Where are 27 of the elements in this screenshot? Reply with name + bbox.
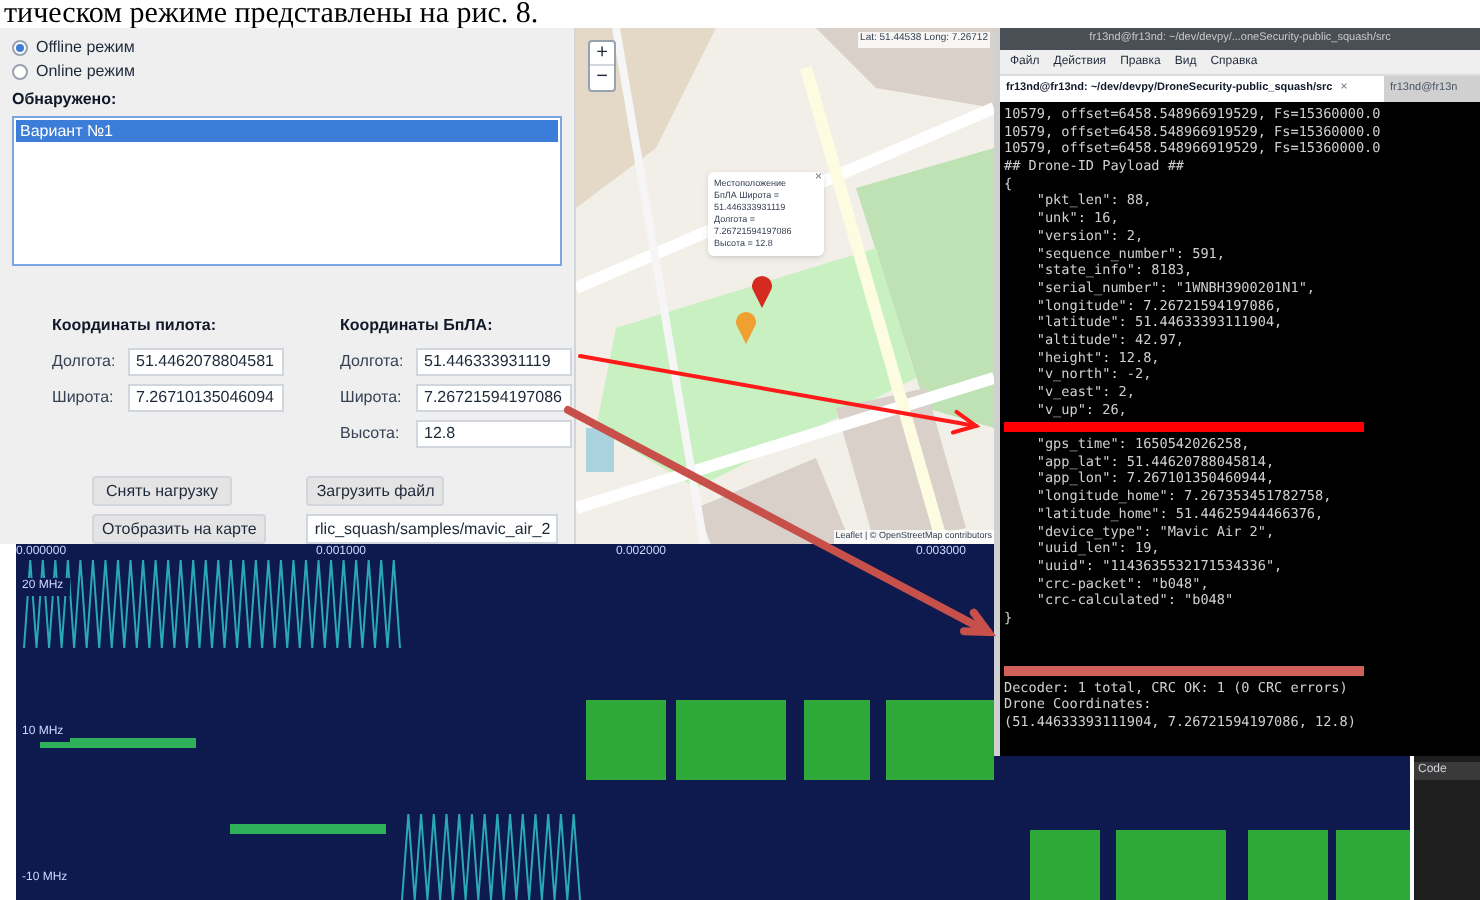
field-label: Широта: [340, 386, 404, 410]
zoom-in-button[interactable]: + [590, 42, 614, 66]
show-on-map-button[interactable]: Отобразить на карте [92, 514, 267, 544]
zoom-out-button[interactable]: − [590, 66, 614, 90]
input-field[interactable]: 7.26710135046094 [128, 384, 284, 412]
map-marker-icon [752, 276, 772, 308]
input-field[interactable]: 51.446333931119 [416, 348, 572, 376]
radio-label: Online режим [36, 60, 135, 84]
map-marker-icon [736, 312, 756, 344]
field-label: Широта: [52, 386, 116, 410]
caption-text: тическом режиме представлены на рис. 8. [4, 0, 539, 28]
input-field[interactable]: 7.26721594197086 [416, 384, 572, 412]
list-item[interactable]: Вариант №1 [16, 120, 558, 142]
load-file-button[interactable]: Загрузить файл [306, 476, 445, 506]
field-label: Долгота: [340, 350, 406, 374]
unload-button[interactable]: Снять нагрузку [92, 476, 232, 506]
radio-button[interactable] [12, 40, 28, 56]
field-label: Высота: [340, 422, 402, 446]
file-path-field[interactable]: rlic_squash/samples/mavic_air_2 [306, 514, 559, 544]
input-field[interactable]: 12.8 [416, 420, 572, 448]
radio-button[interactable] [12, 64, 28, 80]
input-field[interactable]: 51.4462078804581 [128, 348, 284, 376]
group-title: Координаты пилота: [52, 314, 219, 338]
field-label: Долгота: [52, 350, 118, 374]
radio-label: Offline режим [36, 36, 135, 60]
detected-label: Обнаружено: [12, 88, 119, 112]
group-title: Координаты БпЛА: [340, 314, 495, 338]
